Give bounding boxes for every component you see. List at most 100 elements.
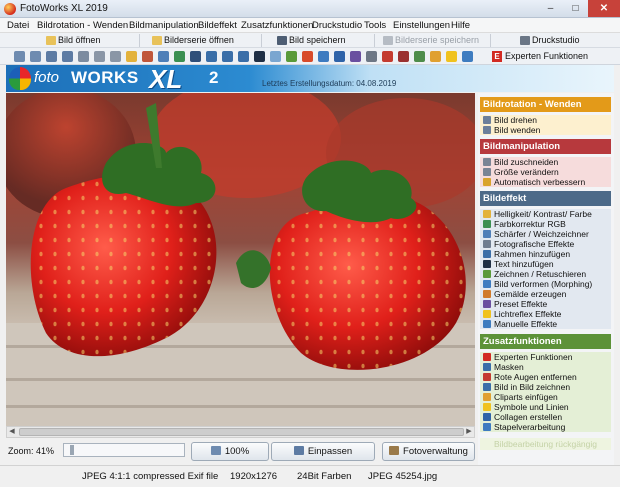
magic-icon: [483, 178, 491, 186]
item-photo-effects[interactable]: Fotografische Effekte: [480, 239, 611, 249]
item-rgb[interactable]: Farbkorrektur RGB: [480, 219, 611, 229]
item-painting[interactable]: Gemälde erzeugen: [480, 289, 611, 299]
item-collage[interactable]: Collagen erstellen: [480, 412, 611, 422]
effect-icon[interactable]: [302, 51, 313, 62]
menu-zusatzfunktionen[interactable]: Zusatzfunktionen: [241, 20, 313, 31]
fit-icon: [293, 446, 304, 455]
palette-icon[interactable]: [350, 51, 361, 62]
menu-einstellungen[interactable]: Einstellungen: [393, 20, 450, 31]
close-button[interactable]: ✕: [588, 0, 620, 17]
text-icon[interactable]: [254, 51, 265, 62]
image-viewer[interactable]: [6, 93, 475, 426]
item-crop[interactable]: Bild zuschneiden: [480, 157, 611, 167]
zoom-out-icon[interactable]: [14, 51, 25, 62]
stamp-icon[interactable]: [398, 51, 409, 62]
item-manual-effects[interactable]: Manuelle Effekte: [480, 319, 611, 329]
collage-icon[interactable]: [334, 51, 345, 62]
item-add-frame[interactable]: Rahmen hinzufügen: [480, 249, 611, 259]
scroll-right-icon[interactable]: ▶: [464, 427, 474, 437]
light-icon[interactable]: [126, 51, 137, 62]
batch-icon[interactable]: [318, 51, 329, 62]
rgb-icon[interactable]: [174, 51, 185, 62]
print-studio-button[interactable]: Druckstudio: [518, 34, 610, 47]
expert-functions-button[interactable]: E Experten Funktionen: [492, 50, 588, 63]
item-resize[interactable]: Größe verändern: [480, 167, 611, 177]
item-lens-flare[interactable]: Lichtreflex Effekte: [480, 309, 611, 319]
save-series-button[interactable]: Bilderserie speichern: [381, 34, 491, 47]
star-icon[interactable]: [446, 51, 457, 62]
brush-icon[interactable]: [142, 51, 153, 62]
resize-icon[interactable]: [110, 51, 121, 62]
image-icon[interactable]: [206, 51, 217, 62]
item-expert[interactable]: Experten Funktionen: [480, 352, 611, 362]
zoom-slider-knob[interactable]: [70, 445, 75, 455]
sharpen-icon: [483, 230, 491, 238]
adjust-icon[interactable]: [158, 51, 169, 62]
palette-icon: [483, 290, 491, 298]
item-auto-enhance[interactable]: Automatisch verbessern: [480, 177, 611, 187]
open-series-button[interactable]: Bilderserie öffnen: [150, 34, 262, 47]
item-preset-effects[interactable]: Preset Effekte: [480, 299, 611, 309]
section-manipulation-header[interactable]: Bildmanipulation: [480, 139, 611, 154]
scroll-left-icon[interactable]: ◀: [7, 427, 17, 437]
item-picture-in-picture[interactable]: Bild in Bild zeichnen: [480, 382, 611, 392]
rotate-left-icon[interactable]: [46, 51, 57, 62]
pen-icon[interactable]: [286, 51, 297, 62]
print-icon[interactable]: [190, 51, 201, 62]
item-cliparts[interactable]: Cliparts einfügen: [480, 392, 611, 402]
gallery-icon[interactable]: [238, 51, 249, 62]
section-extras-header[interactable]: Zusatzfunktionen: [480, 334, 611, 349]
item-rotate[interactable]: Bild drehen: [480, 115, 611, 125]
arrow-icon[interactable]: [270, 51, 281, 62]
fit-button[interactable]: Einpassen: [271, 442, 375, 461]
expert-icon: [483, 353, 491, 361]
menu-datei[interactable]: Datei: [7, 20, 29, 31]
item-morphing[interactable]: Bild verformen (Morphing): [480, 279, 611, 289]
batch-icon: [483, 423, 491, 431]
save-image-button[interactable]: Bild speichern: [275, 34, 375, 47]
frame-icon[interactable]: [222, 51, 233, 62]
photo-manager-button[interactable]: Fotoverwaltung: [382, 442, 475, 461]
puzzle-icon[interactable]: [462, 51, 473, 62]
zoom-slider[interactable]: [63, 443, 185, 457]
minimize-button[interactable]: –: [538, 0, 563, 17]
settings-icon[interactable]: [366, 51, 377, 62]
calendar-icon[interactable]: [414, 51, 425, 62]
item-batch[interactable]: Stapelverarbeitung: [480, 422, 611, 432]
app-logo-icon: [4, 3, 16, 15]
open-image-button[interactable]: Bild öffnen: [44, 34, 140, 47]
item-redeye[interactable]: Rote Augen entfernen: [480, 372, 611, 382]
menu-druckstudio[interactable]: Druckstudio: [312, 20, 362, 31]
item-masks[interactable]: Masken: [480, 362, 611, 372]
crop-icon[interactable]: [94, 51, 105, 62]
section-effects-header[interactable]: Bildeffekt: [480, 191, 611, 206]
menu-tools[interactable]: Tools: [364, 20, 386, 31]
text-icon: [483, 260, 491, 268]
undo-button[interactable]: Bildbearbeitung rückgängig: [480, 438, 611, 450]
flip-icon[interactable]: [78, 51, 89, 62]
redeye-icon[interactable]: [382, 51, 393, 62]
clipart-icon[interactable]: [430, 51, 441, 62]
maximize-button[interactable]: □: [563, 0, 588, 17]
menu-bildeffekt[interactable]: Bildeffekt: [198, 20, 237, 31]
item-add-text[interactable]: Text hinzufügen: [480, 259, 611, 269]
zoom-in-icon[interactable]: [30, 51, 41, 62]
item-symbols-lines[interactable]: Symbole und Linien: [480, 402, 611, 412]
status-dimensions: 1920x1276: [230, 471, 278, 482]
item-flip[interactable]: Bild wenden: [480, 125, 611, 135]
menu-hilfe[interactable]: Hilfe: [451, 20, 470, 31]
horizontal-scrollbar[interactable]: ◀ ▶: [6, 426, 475, 438]
scrollbar-thumb[interactable]: [19, 428, 464, 436]
item-draw[interactable]: Zeichnen / Retuschieren: [480, 269, 611, 279]
rgb-icon: [483, 220, 491, 228]
menu-bildrotation[interactable]: Bildrotation - Wenden: [37, 20, 128, 31]
image-icon: [483, 383, 491, 391]
rotate-right-icon[interactable]: [62, 51, 73, 62]
item-brightness[interactable]: Helligkeit/ Kontrast/ Farbe: [480, 209, 611, 219]
zoom-100-button[interactable]: 100%: [191, 442, 269, 461]
resize-icon: [483, 168, 491, 176]
save-icon: [277, 36, 287, 45]
section-rotation-header[interactable]: Bildrotation - Wenden: [480, 97, 611, 112]
menu-bildmanipulation[interactable]: Bildmanipulation: [129, 20, 199, 31]
item-sharpen[interactable]: Schärfer / Weichzeichner: [480, 229, 611, 239]
